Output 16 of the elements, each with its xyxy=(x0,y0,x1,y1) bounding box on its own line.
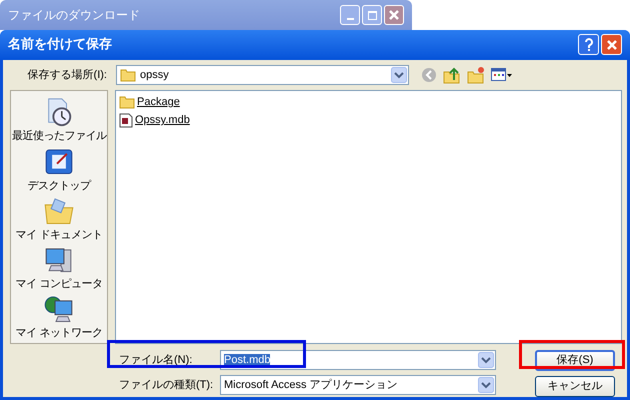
window-title: ファイルのダウンロード xyxy=(8,7,140,24)
places-item[interactable]: マイ コンピュータ xyxy=(11,244,107,293)
places-item[interactable]: マイ ネットワーク xyxy=(11,292,107,342)
cancel-button[interactable]: キャンセル xyxy=(535,376,615,397)
save-in-dropdown[interactable]: opssy xyxy=(116,64,409,85)
file-type-label: ファイルの種類(T): xyxy=(118,378,214,393)
places-item[interactable]: マイ ドキュメント xyxy=(11,194,107,244)
save-in-label: 保存する場所(I): xyxy=(26,68,108,83)
file-item[interactable]: Opssy.mdb xyxy=(135,112,190,129)
file-type-dropdown[interactable]: Microsoft Access アプリケーション xyxy=(220,375,496,395)
file-name-label: ファイル名(N): xyxy=(118,352,194,368)
dialog-title: 名前を付けて保存 xyxy=(8,36,112,54)
places-item[interactable]: 最近使ったファイル xyxy=(11,96,107,146)
file-item[interactable]: Package xyxy=(137,94,180,110)
file-name-field[interactable]: Post.mdb xyxy=(220,350,496,370)
places-item[interactable]: デスクトップ xyxy=(11,146,107,195)
